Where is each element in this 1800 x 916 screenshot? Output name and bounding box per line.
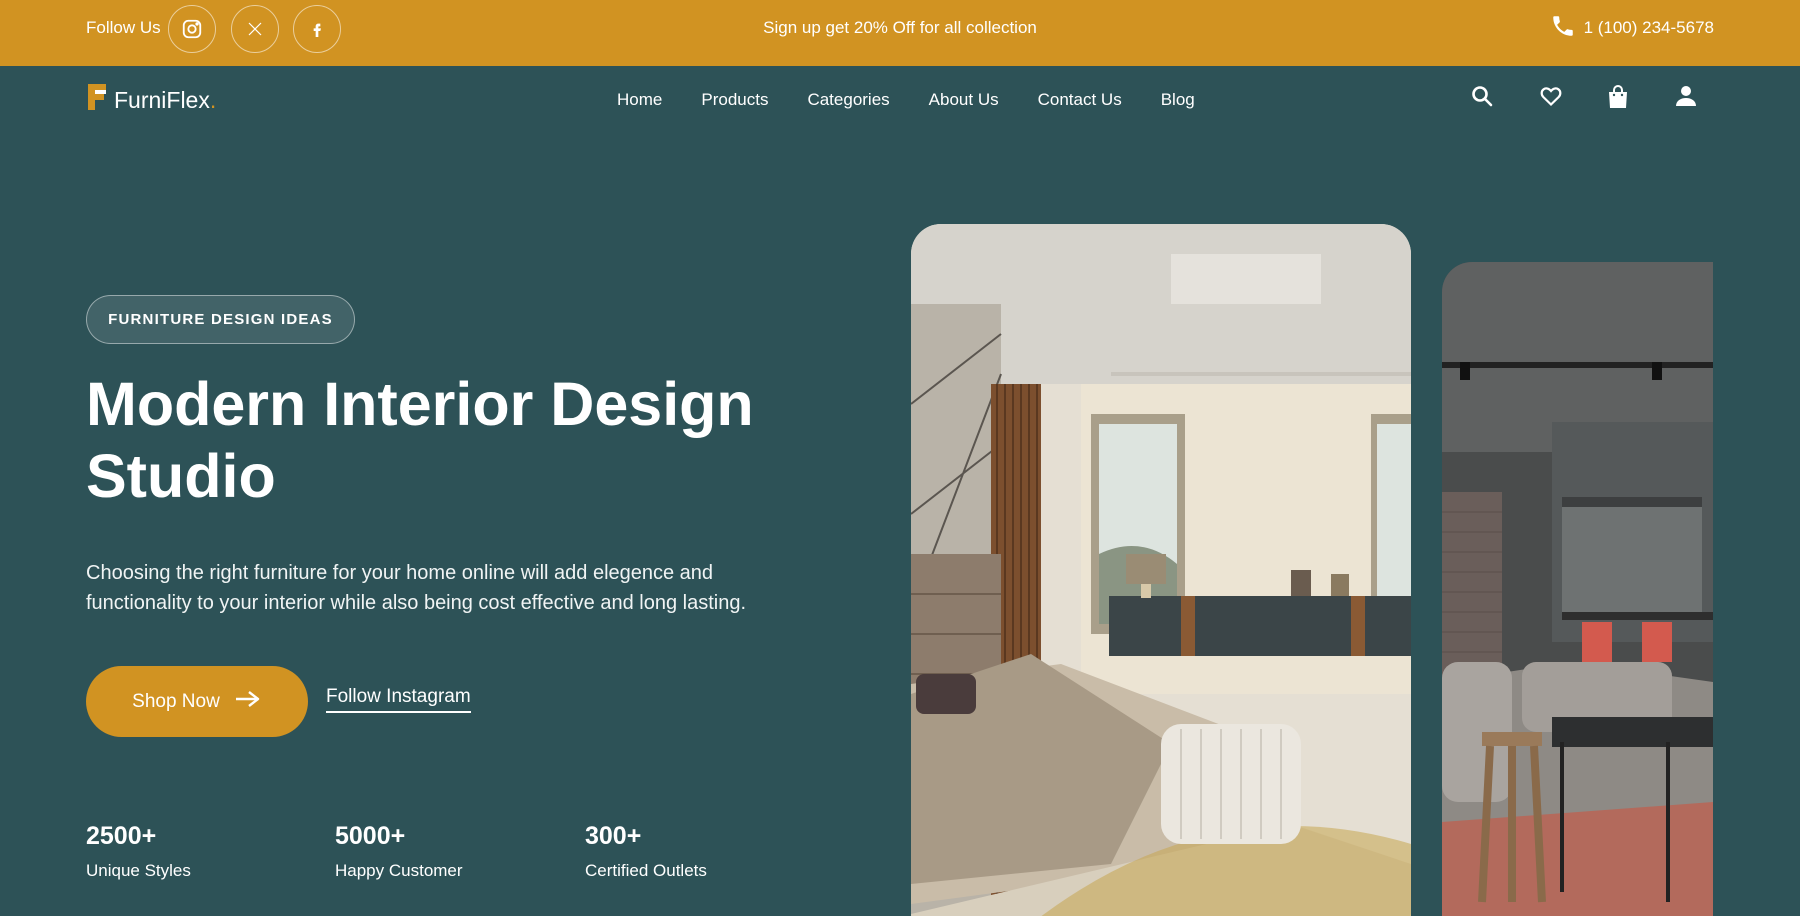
stat-value: 300+ <box>585 822 642 850</box>
nav-item-home[interactable]: Home <box>617 90 662 110</box>
stat-certified-outlets: 300+ Certified Outlets <box>585 822 707 881</box>
hero-description: Choosing the right furniture for your ho… <box>86 562 747 614</box>
heart-icon[interactable] <box>1538 84 1562 108</box>
search-icon[interactable] <box>1470 84 1494 108</box>
stat-label: Unique Styles <box>86 861 191 880</box>
stat-unique-styles: 2500+ Unique Styles <box>86 822 191 881</box>
shopping-bag-icon[interactable] <box>1606 84 1630 108</box>
living-room-image <box>1442 262 1713 916</box>
x-icon[interactable] <box>231 5 279 53</box>
nav-item-about-us[interactable]: About Us <box>929 90 999 110</box>
brand-name: FurniFlex. <box>114 86 217 113</box>
facebook-icon[interactable] <box>293 5 341 53</box>
bedroom-image <box>911 224 1411 916</box>
nav-item-categories[interactable]: Categories <box>807 90 889 110</box>
user-icon[interactable] <box>1674 84 1698 108</box>
main-nav: FurniFlex. Home Products Categories Abou… <box>0 66 1800 134</box>
shop-now-label: Shop Now <box>132 690 220 712</box>
nav-item-blog[interactable]: Blog <box>1161 90 1195 110</box>
phone-contact[interactable]: 1 (100) 234-5678 <box>1550 0 1714 56</box>
phone-number: 1 (100) 234-5678 <box>1583 18 1714 37</box>
logo-mark-icon <box>86 82 108 118</box>
stat-value: 5000+ <box>335 822 406 850</box>
stat-happy-customer: 5000+ Happy Customer <box>335 822 463 881</box>
nav-menu: Home Products Categories About Us Contac… <box>617 90 1195 110</box>
nav-item-contact-us[interactable]: Contact Us <box>1038 90 1122 110</box>
shop-now-button[interactable]: Shop Now <box>86 666 308 737</box>
brand-logo[interactable]: FurniFlex. <box>86 82 216 118</box>
stat-value: 2500+ <box>86 822 157 850</box>
stat-label: Certified Outlets <box>585 861 707 880</box>
follow-instagram-link[interactable]: Follow Instagram <box>326 686 471 713</box>
arrow-right-icon <box>234 689 262 715</box>
stat-label: Happy Customer <box>335 861 463 880</box>
instagram-icon[interactable] <box>168 5 216 53</box>
hero-badge: FURNITURE DESIGN IDEAS <box>86 295 355 344</box>
hero-title: Modern Interior Design Studio <box>86 370 754 510</box>
phone-icon <box>1550 13 1576 44</box>
follow-us-label: Follow Us <box>86 18 161 37</box>
top-bar: Sign up get 20% Off for all collection F… <box>0 0 1800 66</box>
nav-actions <box>1470 84 1698 108</box>
nav-item-products[interactable]: Products <box>701 90 768 110</box>
